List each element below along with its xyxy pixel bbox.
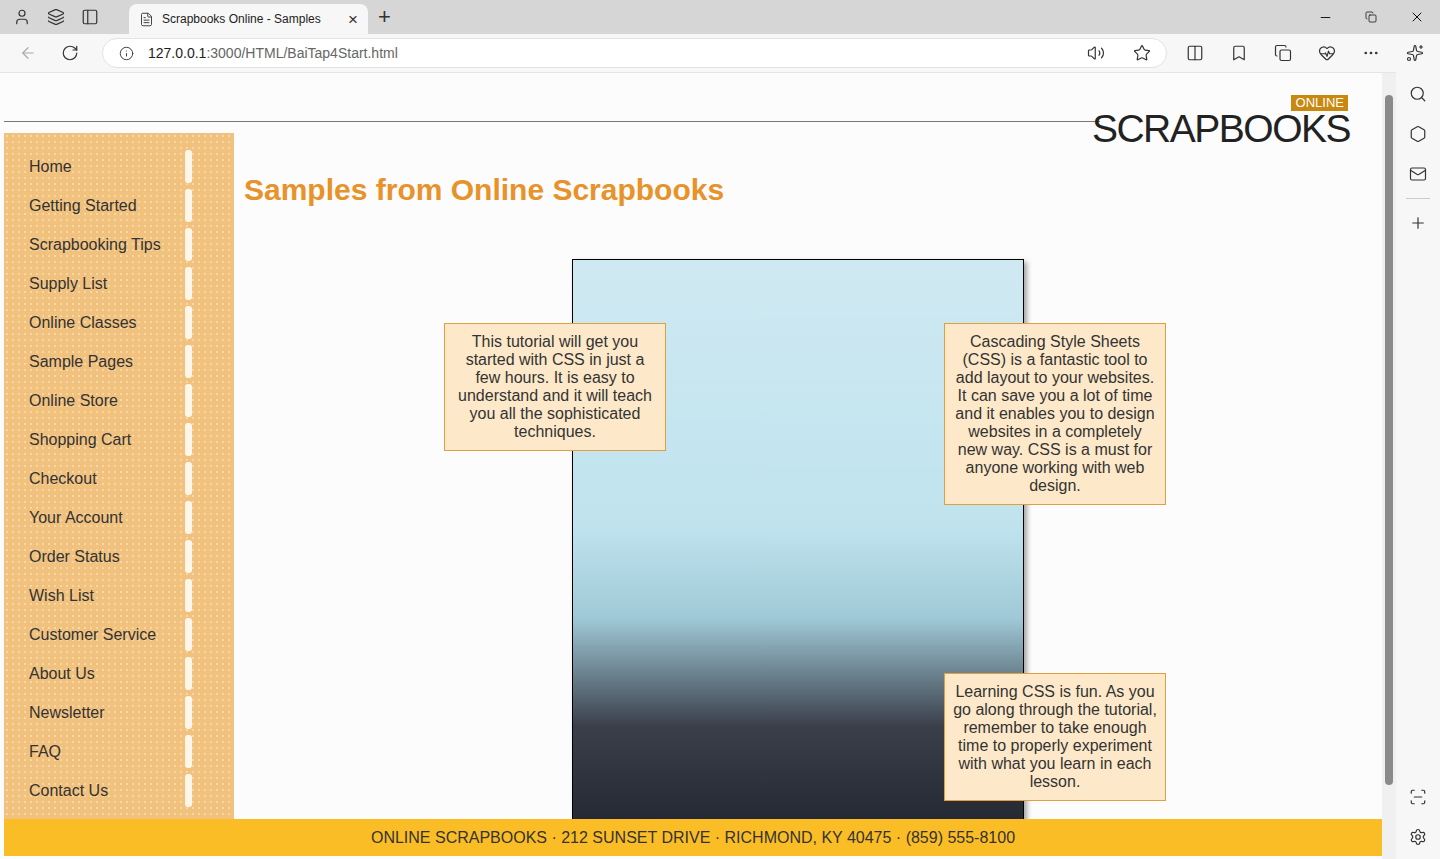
outlook-icon[interactable] xyxy=(1402,158,1434,190)
note-box: Cascading Style Sheets (CSS) is a fantas… xyxy=(944,323,1166,505)
scrollbar-thumb[interactable] xyxy=(1385,95,1393,785)
sidebar-item[interactable]: Sample Pages xyxy=(4,342,234,381)
sidebar-item[interactable]: Wish List xyxy=(4,576,234,615)
sidebar-item[interactable]: Getting Started xyxy=(4,186,234,225)
tab-actions-icon[interactable] xyxy=(74,1,106,33)
sidebar-item[interactable]: Customer Service xyxy=(4,615,234,654)
copilot-icon[interactable] xyxy=(1399,37,1431,69)
favorite-icon[interactable] xyxy=(1126,37,1158,69)
address-bar[interactable]: 127.0.0.1:3000/HTML/BaiTap4Start.html xyxy=(102,38,1167,68)
workspaces-icon[interactable] xyxy=(40,1,72,33)
browser-window: Scrapbooks Online - Samples× +127.0.0.1:3… xyxy=(0,0,1440,859)
sidebar-item[interactable]: FAQ xyxy=(4,732,234,771)
page-heading: Samples from Online Scrapbooks xyxy=(244,172,1382,208)
sidebar-item[interactable]: Online Classes xyxy=(4,303,234,342)
site-info-icon[interactable] xyxy=(119,46,134,61)
sidebar-item[interactable]: Home xyxy=(4,147,234,186)
screenshot-icon[interactable] xyxy=(1402,781,1434,813)
profile-icon[interactable] xyxy=(6,1,38,33)
close-button[interactable] xyxy=(1394,9,1440,25)
sidebar-item[interactable]: Your Account xyxy=(4,498,234,537)
menu-icon[interactable] xyxy=(1355,37,1387,69)
restore-button[interactable] xyxy=(1348,11,1394,23)
collections-icon[interactable] xyxy=(1267,37,1299,69)
scrollbar[interactable] xyxy=(1382,73,1396,859)
main-content: Samples from Online Scrapbooks This tutor… xyxy=(234,133,1382,819)
read-aloud-icon[interactable] xyxy=(1080,37,1112,69)
sidebar-item[interactable]: Newsletter xyxy=(4,693,234,732)
sidebar-item[interactable]: Checkout xyxy=(4,459,234,498)
minimize-button[interactable] xyxy=(1302,10,1348,25)
split-screen-icon[interactable] xyxy=(1179,37,1211,69)
page-footer: ONLINE SCRAPBOOKS · 212 SUNSET DRIVE · R… xyxy=(4,819,1382,856)
edge-sidebar xyxy=(1396,72,1440,859)
sidebar-item[interactable]: Online Store xyxy=(4,381,234,420)
settings-icon[interactable] xyxy=(1402,821,1434,853)
tab-bar: Scrapbooks Online - Samples× + xyxy=(0,0,1440,34)
sidebar: HomeGetting StartedScrapbooking TipsSupp… xyxy=(4,133,234,819)
toolbar: 127.0.0.1:3000/HTML/BaiTap4Start.html xyxy=(0,34,1440,72)
add-icon[interactable] xyxy=(1402,207,1434,239)
tab-close[interactable]: × xyxy=(348,11,358,28)
sidebar-item[interactable]: Contact Us xyxy=(4,771,234,810)
office-icon[interactable] xyxy=(1402,118,1434,150)
sidebar-item[interactable]: Scrapbooking Tips xyxy=(4,225,234,264)
new-tab-button[interactable]: + xyxy=(378,6,391,28)
web-page: ONLINESCRAPBOOKS HomeGetting StartedScrap… xyxy=(0,72,1396,859)
back-icon[interactable] xyxy=(12,37,44,69)
page-header: ONLINESCRAPBOOKS xyxy=(0,73,1382,133)
page-icon xyxy=(139,12,154,27)
sidebar-item[interactable]: Order Status xyxy=(4,537,234,576)
reload-icon[interactable] xyxy=(54,37,86,69)
sidebar-item[interactable]: Shopping Cart xyxy=(4,420,234,459)
logo: ONLINESCRAPBOOKS xyxy=(1100,73,1350,133)
sidebar-item[interactable]: About Us xyxy=(4,654,234,693)
note-box: This tutorial will get you started with … xyxy=(444,323,666,451)
favorites-icon[interactable] xyxy=(1223,37,1255,69)
search-icon[interactable] xyxy=(1402,78,1434,110)
sidebar-item[interactable]: Supply List xyxy=(4,264,234,303)
performance-icon[interactable] xyxy=(1311,37,1343,69)
active-tab[interactable]: Scrapbooks Online - Samples× xyxy=(129,4,368,34)
note-box: Learning CSS is fun. As you go along thr… xyxy=(944,673,1166,801)
